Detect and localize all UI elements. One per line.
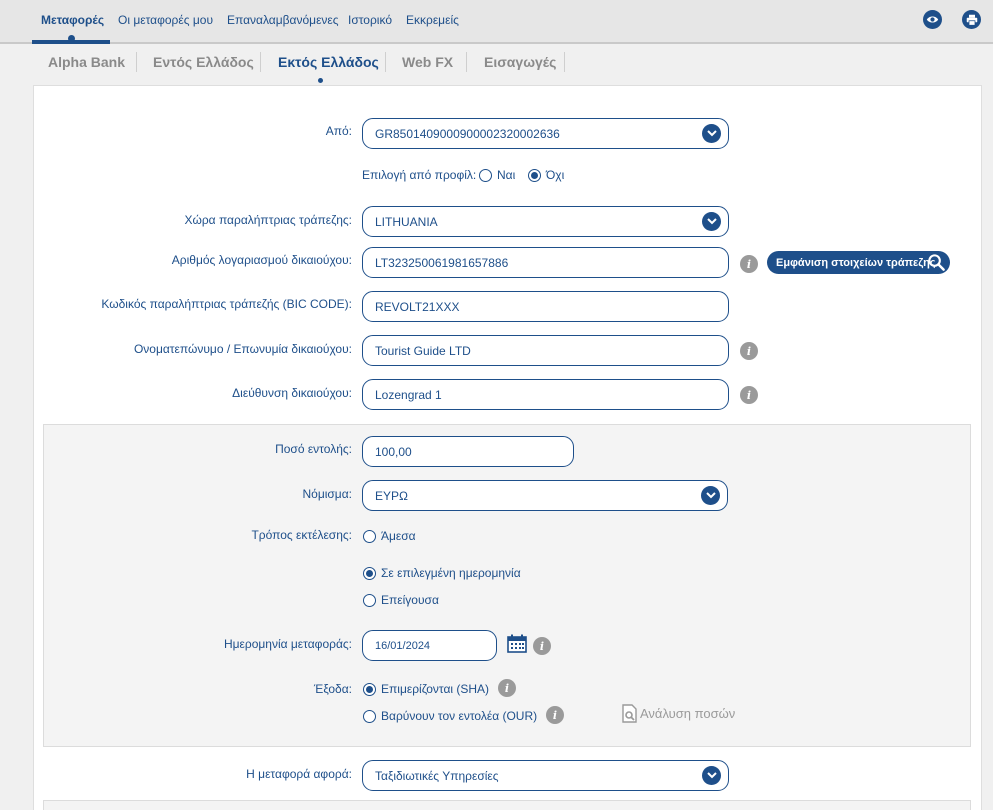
purpose-value: Ταξιδιωτικές Υπηρεσίες	[375, 768, 499, 783]
beneficiary-name-label: Ονοματεπώνυμο / Επωνυμία δικαιούχου:	[133, 342, 352, 356]
active-tab-dot	[68, 35, 75, 42]
printer-icon[interactable]	[962, 10, 981, 29]
purpose-label: Η μεταφορά αφορά:	[246, 767, 352, 781]
subtab-divider	[564, 52, 565, 72]
show-bank-details-label: Εμφάνιση στοιχείων τράπεζης	[776, 256, 936, 269]
execution-label: Τρόπος εκτέλεσης:	[251, 528, 352, 542]
transfer-date-input[interactable]: 16/01/2024	[362, 630, 497, 661]
active-subtab-dot	[318, 78, 323, 83]
subtab-web-fx[interactable]: Web FX	[402, 54, 453, 70]
execution-immediate-label: Άμεσα	[381, 529, 416, 543]
document-search-icon	[622, 704, 637, 723]
profile-yes-radio[interactable]: Ναι	[479, 168, 515, 182]
tab-pending[interactable]: Εκκρεμείς	[406, 13, 459, 27]
top-navigation: Μεταφορές Οι μεταφορές μου Επαναλαμβανόμ…	[0, 0, 993, 44]
subtab-abroad[interactable]: Εκτός Ελλάδος	[278, 54, 379, 70]
chevron-down-icon[interactable]	[702, 766, 721, 785]
profile-no-label: Όχι	[546, 168, 565, 182]
transfer-date-value: 16/01/2024	[375, 639, 431, 652]
sub-navigation: Alpha Bank Εντός Ελλάδος Εκτός Ελλάδος W…	[32, 46, 982, 84]
country-select[interactable]: LITHUANIA	[362, 206, 729, 237]
show-bank-details-button[interactable]: Εμφάνιση στοιχείων τράπεζης	[767, 251, 950, 274]
profile-yes-label: Ναι	[497, 168, 516, 182]
subtab-divider	[260, 52, 261, 72]
radio-selected-icon	[528, 168, 541, 182]
bic-input[interactable]: REVOLT21XXX	[362, 291, 729, 322]
radio-selected-icon	[363, 682, 376, 696]
radio-icon	[363, 529, 376, 543]
radio-icon	[363, 709, 376, 723]
amount-value: 100,00	[375, 444, 412, 459]
currency-select[interactable]: ΕΥΡΩ	[362, 480, 728, 511]
amount-section	[43, 424, 971, 747]
bic-value: REVOLT21XXX	[375, 299, 460, 314]
charges-sha-radio[interactable]: Επιμερίζονται (SHA)	[363, 682, 489, 696]
subtab-divider	[385, 52, 386, 72]
charges-our-label: Βαρύνουν τον εντολέα (OUR)	[381, 709, 538, 723]
amount-analysis-link[interactable]: Ανάλυση ποσών	[622, 704, 735, 723]
beneficiary-address-input[interactable]: Lozengrad 1	[362, 379, 729, 410]
currency-label: Νόμισμα:	[302, 487, 352, 501]
info-icon[interactable]: i	[740, 255, 758, 273]
beneficiary-address-value: Lozengrad 1	[375, 387, 442, 402]
radio-icon	[479, 168, 492, 182]
beneficiary-name-value: Tourist Guide LTD	[375, 343, 471, 358]
profile-no-radio[interactable]: Όχι	[528, 168, 564, 182]
transfer-date-label: Ημερομηνία μεταφοράς:	[223, 637, 352, 651]
from-account-value: GR8501409000900002320002636	[375, 126, 560, 141]
execution-immediate-radio[interactable]: Άμεσα	[363, 529, 416, 543]
subtab-imports[interactable]: Εισαγωγές	[484, 54, 556, 70]
calendar-icon[interactable]	[507, 634, 527, 658]
from-account-select[interactable]: GR8501409000900002320002636	[362, 118, 729, 149]
country-label: Χώρα παραλήπτριας τράπεζης:	[184, 213, 352, 227]
from-label: Από:	[325, 124, 352, 138]
chevron-down-icon[interactable]	[702, 212, 721, 231]
account-label: Αριθμός λογαριασμού δικαιούχου:	[171, 253, 352, 267]
beneficiary-address-label: Διεύθυνση δικαιούχου:	[232, 386, 352, 400]
amount-analysis-label: Ανάλυση ποσών	[640, 706, 736, 721]
execution-urgent-radio[interactable]: Επείγουσα	[363, 593, 439, 607]
tab-my-transfers[interactable]: Οι μεταφορές μου	[118, 13, 213, 27]
tab-transfers[interactable]: Μεταφορές	[41, 13, 104, 27]
info-icon[interactable]: i	[498, 679, 516, 697]
chevron-down-icon[interactable]	[701, 486, 720, 505]
eye-icon[interactable]	[923, 10, 942, 29]
account-value: LT323250061981657886	[375, 255, 509, 270]
info-icon[interactable]: i	[740, 386, 758, 404]
profile-label: Επιλογή από προφίλ:	[362, 168, 477, 182]
execution-urgent-label: Επείγουσα	[381, 593, 439, 607]
execution-scheduled-radio[interactable]: Σε επιλεγμένη ημερομηνία	[363, 566, 521, 580]
subtab-divider	[466, 52, 467, 72]
bic-label: Κωδικός παραλήπτριας τράπεζής (BIC CODE)…	[101, 297, 352, 311]
next-section	[43, 800, 971, 810]
amount-label: Ποσό εντολής:	[275, 442, 352, 456]
subtab-alpha-bank[interactable]: Alpha Bank	[48, 54, 125, 70]
radio-selected-icon	[363, 566, 376, 580]
search-icon	[928, 254, 945, 271]
subtab-domestic[interactable]: Εντός Ελλάδος	[153, 54, 254, 70]
charges-sha-label: Επιμερίζονται (SHA)	[381, 682, 490, 696]
info-icon[interactable]: i	[546, 706, 564, 724]
country-value: LITHUANIA	[375, 214, 438, 229]
tab-history[interactable]: Ιστορικό	[348, 13, 392, 27]
charges-our-radio[interactable]: Βαρύνουν τον εντολέα (OUR)	[363, 709, 537, 723]
subtab-divider	[136, 52, 137, 72]
radio-icon	[363, 593, 376, 607]
info-icon[interactable]: i	[740, 342, 758, 360]
execution-scheduled-label: Σε επιλεγμένη ημερομηνία	[381, 566, 521, 580]
beneficiary-name-input[interactable]: Tourist Guide LTD	[362, 335, 729, 366]
currency-value: ΕΥΡΩ	[375, 488, 408, 503]
charges-label: Έξοδα:	[313, 682, 352, 696]
tab-recurring[interactable]: Επαναλαμβανόμενες	[227, 13, 339, 27]
info-icon[interactable]: i	[533, 637, 551, 655]
account-input[interactable]: LT323250061981657886	[362, 247, 729, 278]
chevron-down-icon[interactable]	[702, 124, 721, 143]
amount-input[interactable]: 100,00	[362, 436, 574, 467]
purpose-select[interactable]: Ταξιδιωτικές Υπηρεσίες	[362, 760, 729, 791]
